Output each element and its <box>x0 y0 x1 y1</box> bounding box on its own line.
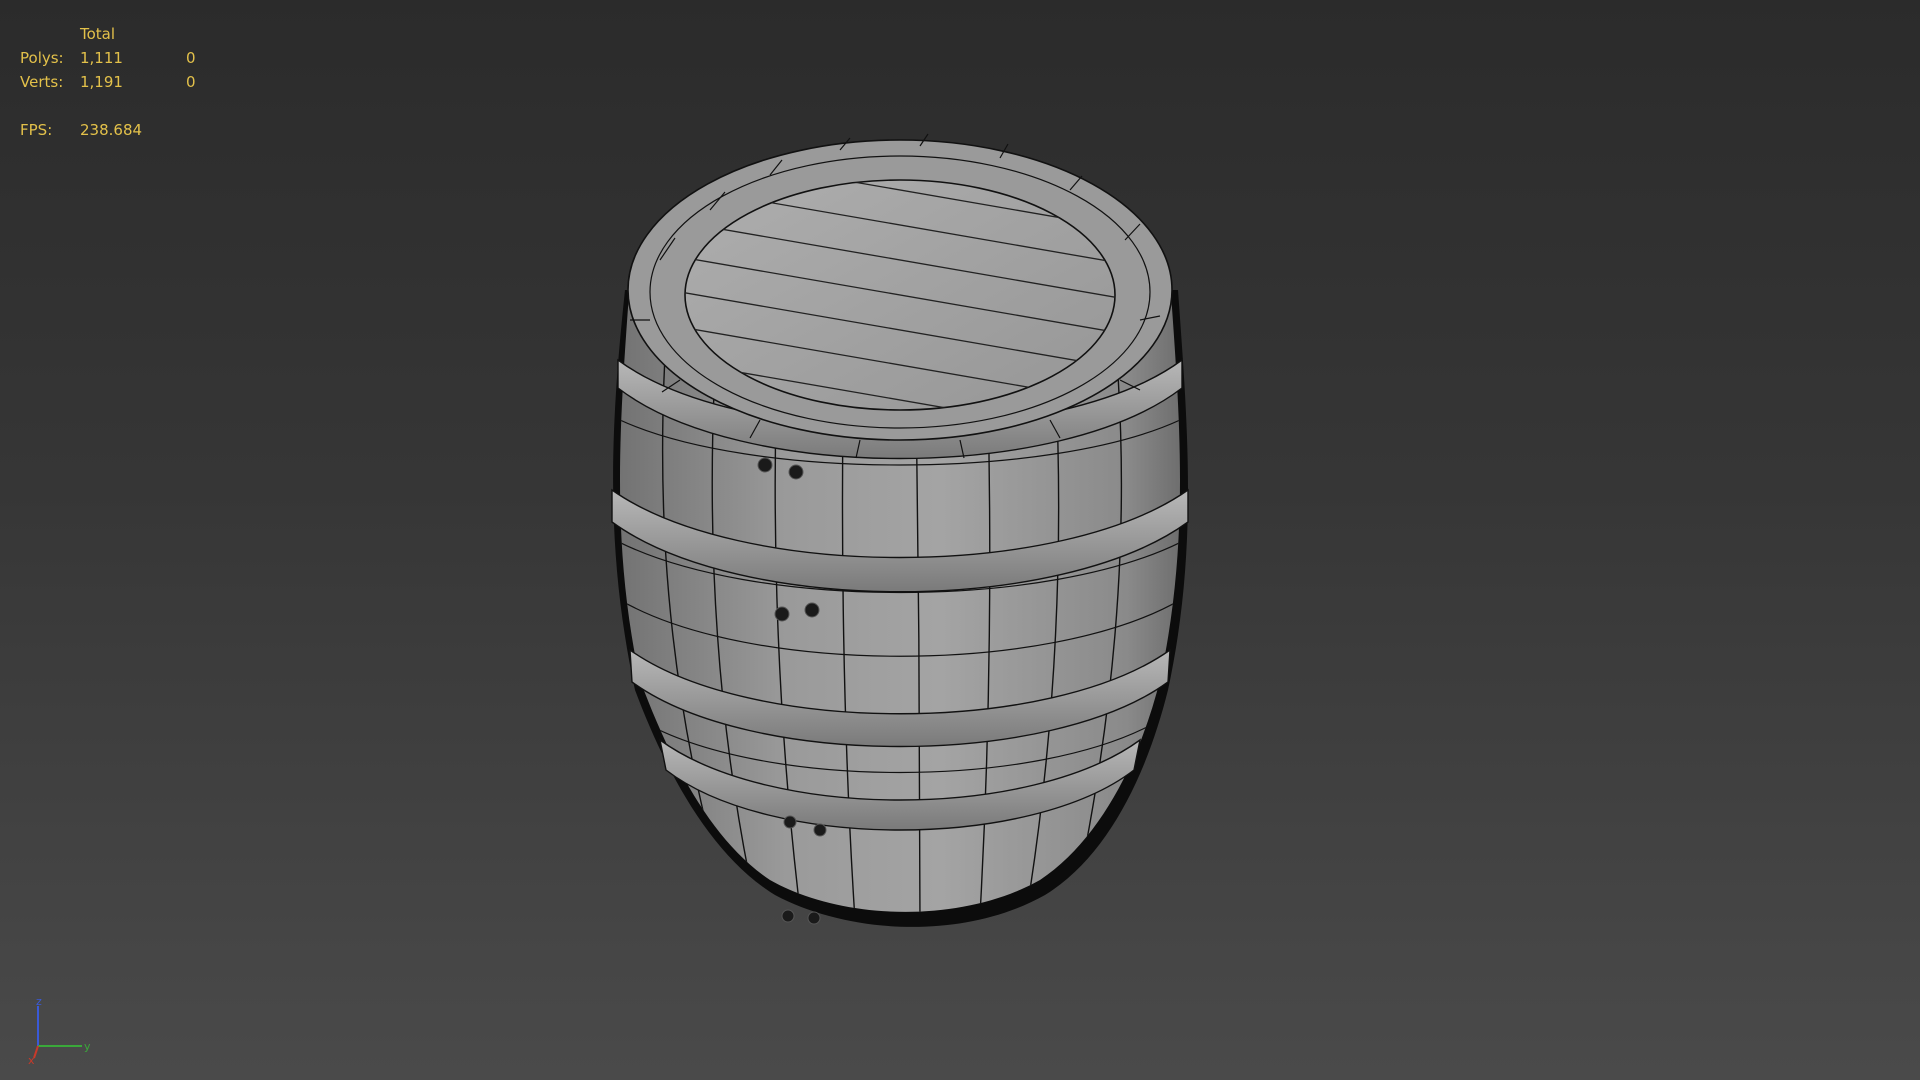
x-axis-label: x <box>28 1054 35 1066</box>
viewport-statistics: Total Polys: 1,111 0 Verts: 1,191 0 FPS:… <box>20 22 220 142</box>
z-axis-label: z <box>36 996 42 1008</box>
y-axis-label: y <box>84 1040 91 1053</box>
3d-viewport[interactable]: Total Polys: 1,111 0 Verts: 1,191 0 FPS:… <box>0 0 1920 1080</box>
fps-label: FPS: <box>20 121 53 139</box>
verts-selected-value: 0 <box>186 73 196 91</box>
polys-label: Polys: <box>20 49 64 67</box>
polys-selected-value: 0 <box>186 49 196 67</box>
stats-total-header: Total <box>80 25 116 43</box>
polys-total-value: 1,111 <box>80 49 123 67</box>
fps-value: 238.684 <box>80 121 143 139</box>
verts-total-value: 1,191 <box>80 73 123 91</box>
x-axis-line <box>33 1045 39 1059</box>
barrel-mesh[interactable] <box>600 120 1220 980</box>
axis-tripod-icon: z y x <box>28 996 91 1066</box>
verts-label: Verts: <box>20 73 64 91</box>
